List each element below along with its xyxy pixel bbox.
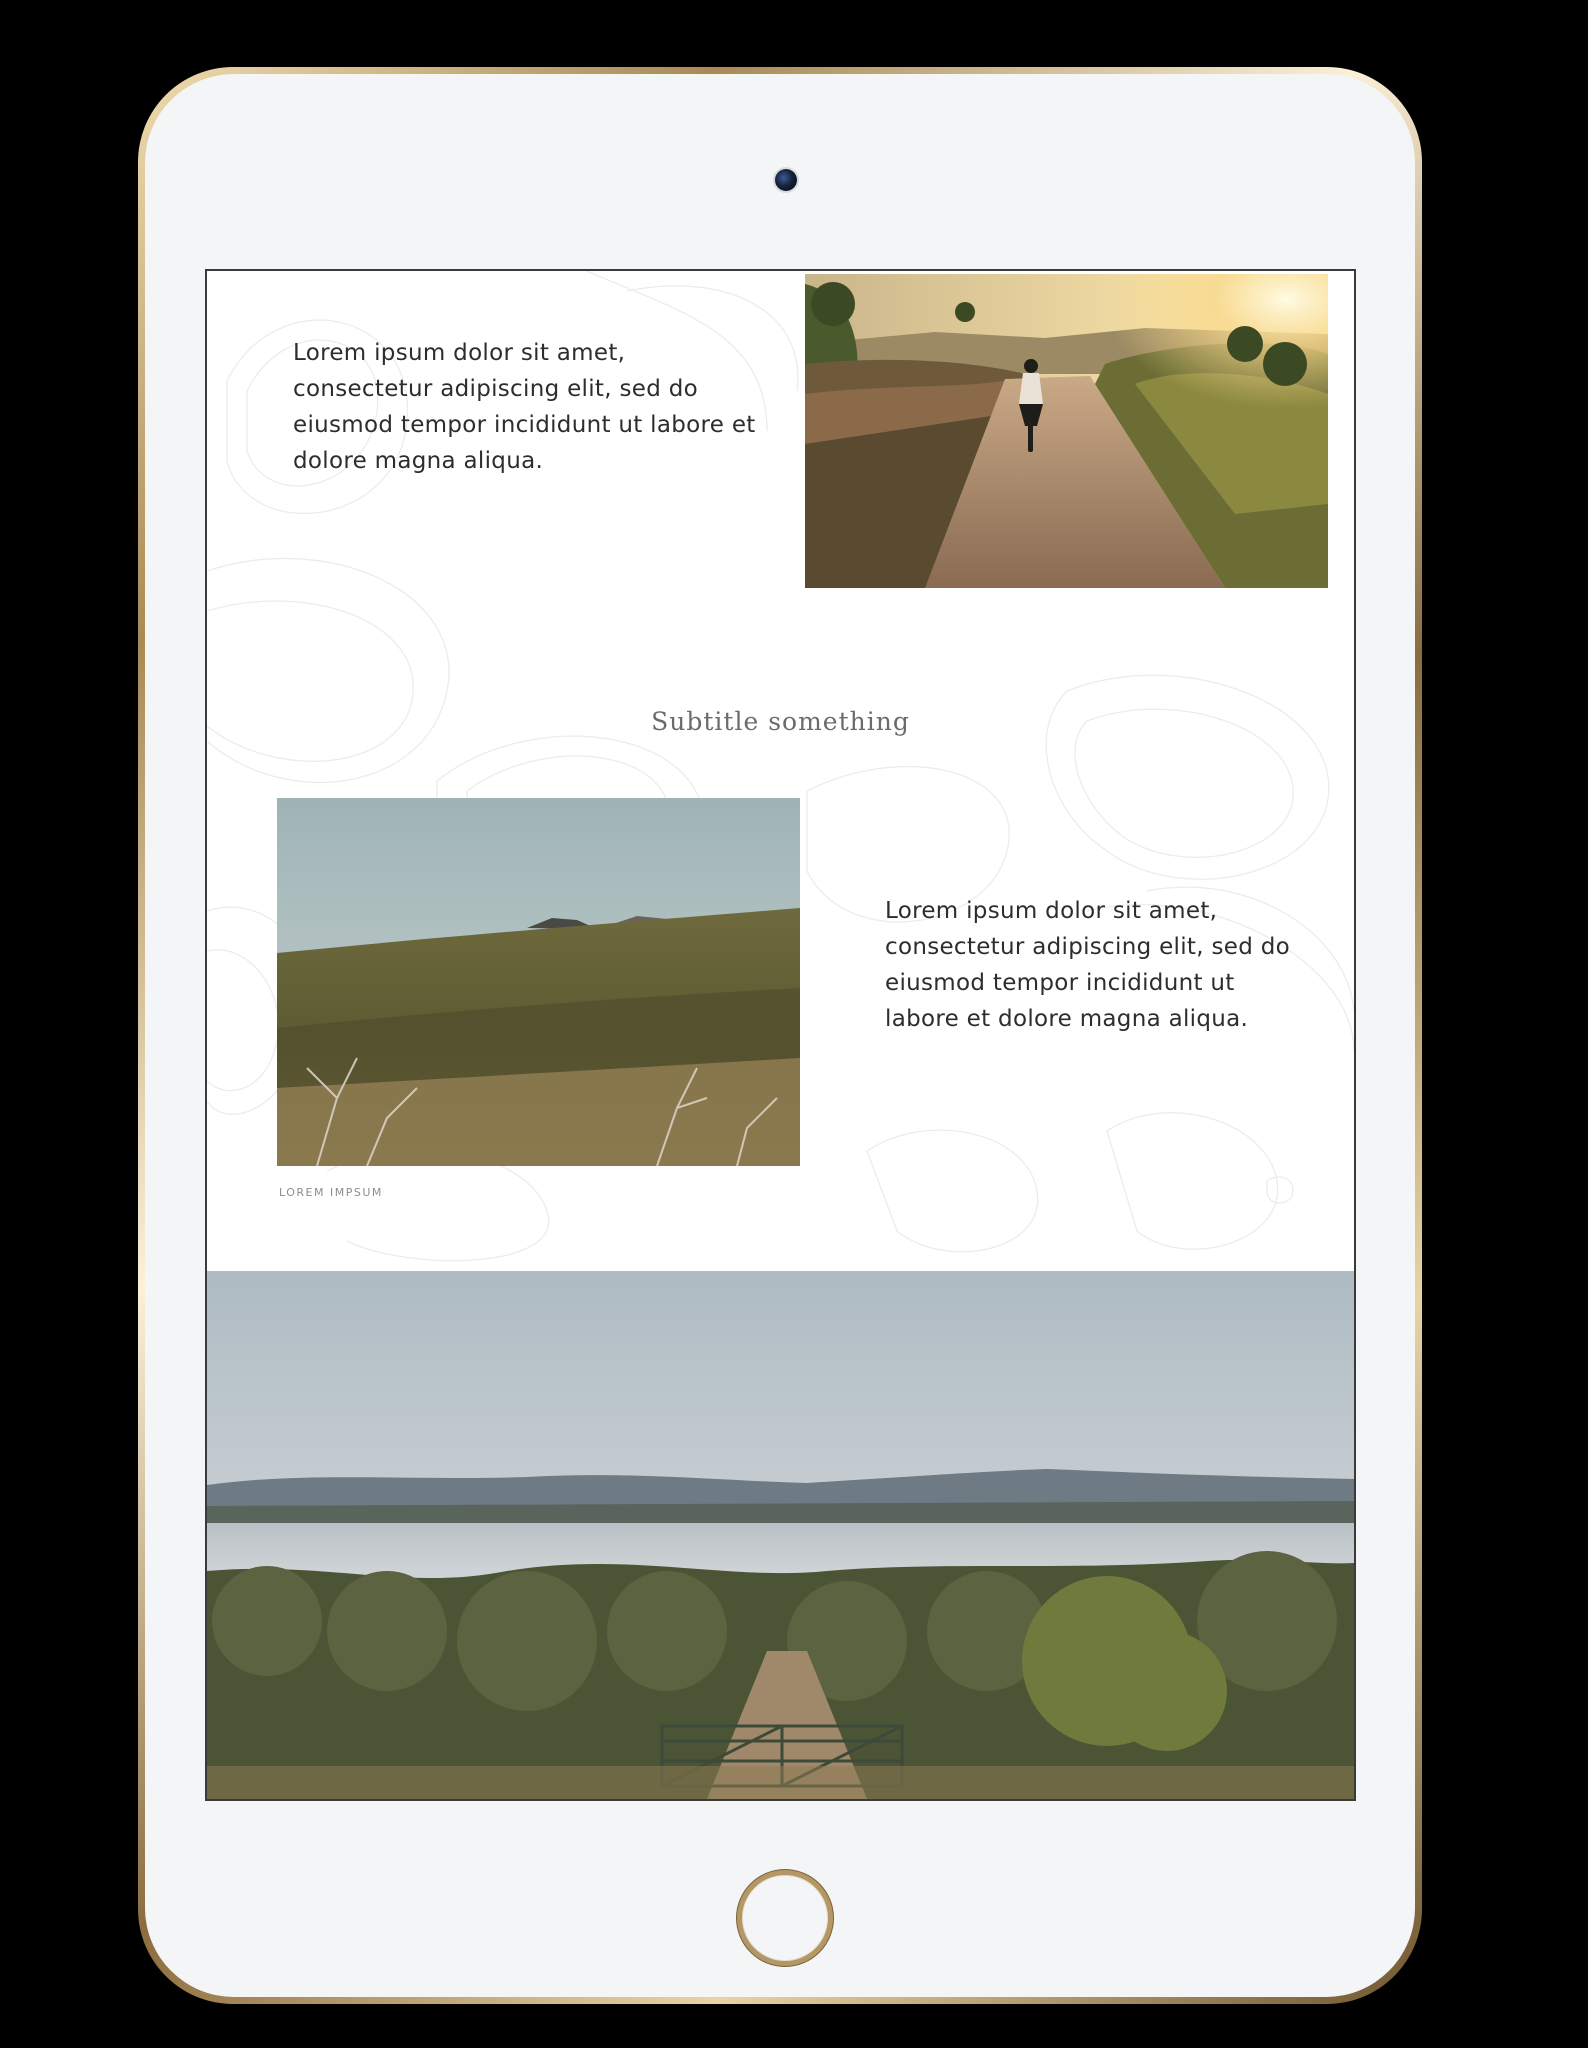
photo-caption: Lorem impsum	[279, 1186, 383, 1199]
olive-grove-by-sea-photo	[207, 1271, 1354, 1799]
secondary-paragraph: Lorem ipsum dolor sit amet, consectetur …	[885, 898, 1290, 1032]
front-camera-icon	[775, 169, 797, 191]
home-button[interactable]	[737, 1870, 833, 1966]
section-subtitle: Subtitle something	[651, 707, 910, 736]
hillside-meadow-photo	[277, 798, 800, 1166]
tablet-screen: Lorem ipsum dolor sit amet, consectetur …	[207, 271, 1354, 1799]
intro-paragraph: Lorem ipsum dolor sit amet, consectetur …	[293, 340, 756, 474]
cyclist-on-gravel-road-photo	[805, 274, 1328, 588]
